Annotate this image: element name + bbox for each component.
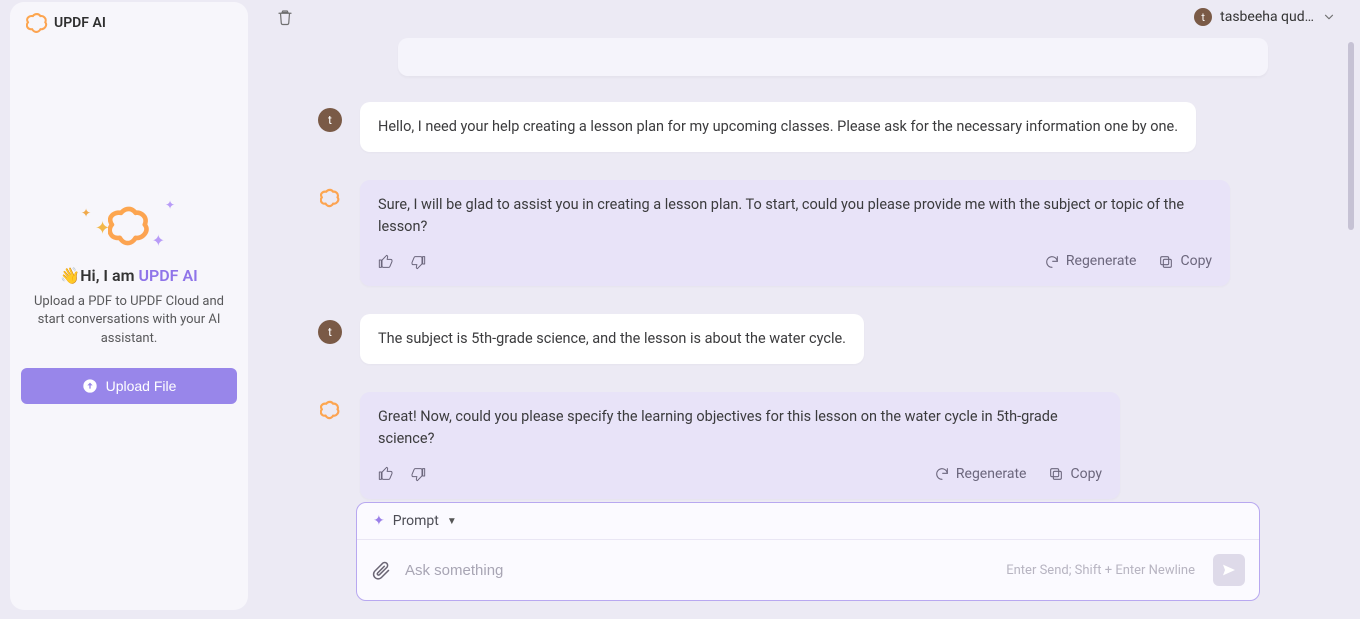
copy-label: Copy [1180,251,1212,272]
topbar: t tasbeeha qud… [258,0,1358,34]
ai-avatar-icon [318,398,342,422]
ai-message-bubble: Sure, I will be glad to assist you in cr… [360,180,1230,287]
thumbs-down-icon [410,466,426,482]
sparkle-icon: ✦ [81,206,91,220]
ai-message-actions: Regenerate Copy [378,251,1212,272]
upload-file-label: Upload File [106,378,177,394]
user-avatar-icon: t [318,320,342,344]
composer-wrap: ✦ Prompt ▼ Enter Send; Shift + Enter New… [356,502,1260,601]
copy-icon [1158,254,1174,270]
main-panel: t tasbeeha qud… t Hello, I need your hel… [258,0,1358,619]
composer-input-row: Enter Send; Shift + Enter Newline [357,540,1259,600]
previous-ai-bubble-collapsed [398,38,1268,76]
ai-message-actions: Regenerate Copy [378,464,1102,485]
message-row-user: t The subject is 5th-grade science, and … [318,314,1298,364]
trash-icon [276,8,294,26]
regenerate-label: Regenerate [1066,251,1137,272]
ai-message-text: Great! Now, could you please specify the… [378,406,1102,450]
message-row-user: t Hello, I need your help creating a les… [318,102,1298,152]
prompt-selector[interactable]: ✦ Prompt ▼ [357,503,1259,540]
refresh-icon [1044,254,1060,270]
sparkle-icon: ✦ [373,513,385,529]
delete-chat-button[interactable] [276,8,294,26]
regenerate-label: Regenerate [956,464,1027,485]
regenerate-button[interactable]: Regenerate [1044,251,1137,272]
updf-logo-large: ✦ ✦ ✦ ✦ [79,200,179,252]
upload-file-button[interactable]: Upload File [21,368,237,404]
app-title: UPDF AI [54,15,106,31]
thumbs-up-button[interactable] [378,466,394,482]
regenerate-button[interactable]: Regenerate [934,464,1027,485]
attach-button[interactable] [371,560,391,580]
send-icon [1221,562,1237,578]
conversation: t Hello, I need your help creating a les… [258,38,1358,499]
greeting-prefix: 👋Hi, I am [60,266,138,285]
copy-label: Copy [1070,464,1102,485]
paperclip-icon [371,560,391,580]
composer: ✦ Prompt ▼ Enter Send; Shift + Enter New… [356,502,1260,601]
thumbs-up-icon [378,466,394,482]
refresh-icon [934,466,950,482]
prompt-selector-label: Prompt [393,513,439,529]
user-message-bubble: The subject is 5th-grade science, and th… [360,314,864,364]
ai-message-bubble: Great! Now, could you please specify the… [360,392,1120,499]
sidebar-greeting: 👋Hi, I am UPDF AI [60,266,197,285]
updf-logo-icon [26,12,48,34]
thumbs-up-icon [378,254,394,270]
sparkle-icon: ✦ [152,231,165,250]
copy-button[interactable]: Copy [1158,251,1212,272]
user-menu[interactable]: t tasbeeha qud… [1194,8,1336,26]
sparkle-icon: ✦ [165,198,175,212]
user-avatar-icon: t [318,108,342,132]
ai-message-text: Sure, I will be glad to assist you in cr… [378,194,1212,238]
message-row-ai: Great! Now, could you please specify the… [318,392,1298,499]
greeting-brand: UPDF AI [138,266,197,285]
ai-avatar-icon [318,186,342,210]
sidebar-center: ✦ ✦ ✦ ✦ 👋Hi, I am UPDF AI Upload a PDF t… [1,34,257,610]
sidebar-description: Upload a PDF to UPDF Cloud and start con… [21,293,237,348]
compose-hint: Enter Send; Shift + Enter Newline [1006,563,1195,578]
thumbs-down-button[interactable] [410,254,426,270]
copy-button[interactable]: Copy [1048,464,1102,485]
message-row-ai: Sure, I will be glad to assist you in cr… [318,180,1298,287]
scrollbar-thumb[interactable] [1348,42,1354,230]
sparkle-icon: ✦ [95,218,110,239]
compose-input[interactable] [405,562,992,579]
chevron-down-icon [1322,10,1336,24]
user-display-name: tasbeeha qud… [1220,9,1314,25]
sidebar: UPDF AI ✦ ✦ ✦ ✦ 👋Hi, I am UPDF AI Upload… [10,2,248,610]
upload-icon [82,378,98,394]
user-message-bubble: Hello, I need your help creating a lesso… [360,102,1196,152]
thumbs-up-button[interactable] [378,254,394,270]
caret-down-icon: ▼ [447,516,457,527]
send-button[interactable] [1213,554,1245,586]
sidebar-header: UPDF AI [10,2,248,34]
thumbs-down-icon [410,254,426,270]
copy-icon [1048,466,1064,482]
thumbs-down-button[interactable] [410,466,426,482]
user-avatar-icon: t [1194,8,1212,26]
